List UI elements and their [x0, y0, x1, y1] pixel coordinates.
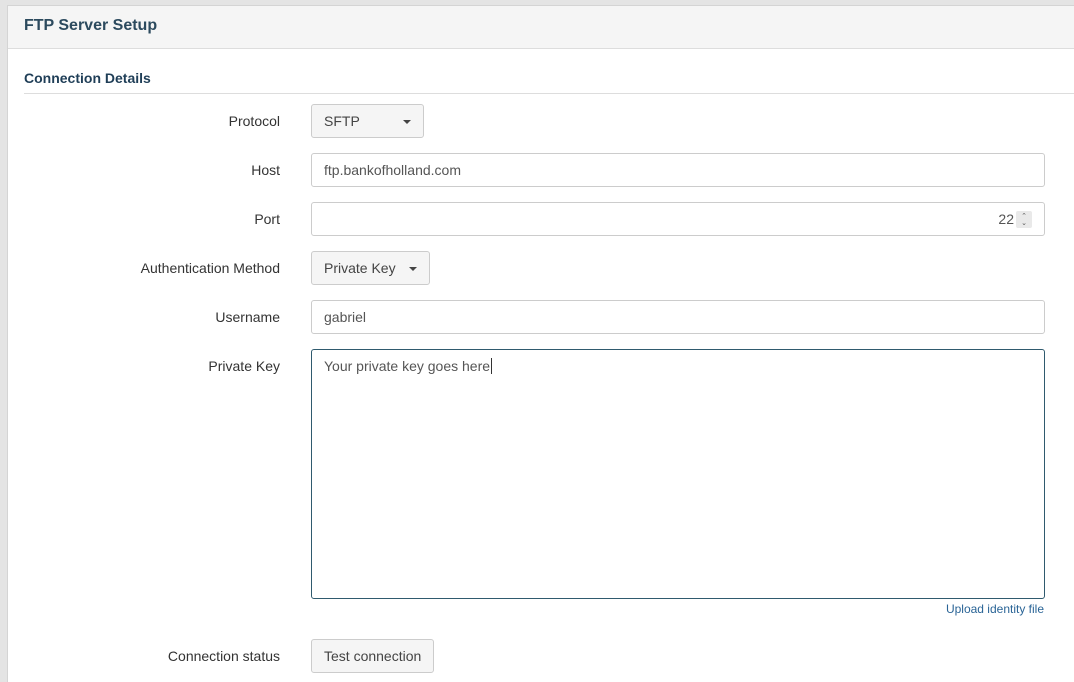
- host-input[interactable]: ftp.bankofholland.com: [311, 153, 1045, 187]
- section-divider: [24, 93, 1074, 94]
- private-key-textarea[interactable]: Your private key goes here: [311, 349, 1045, 599]
- port-value: 22: [998, 211, 1014, 227]
- private-key-value: Your private key goes here: [324, 358, 491, 374]
- caret-down-icon: [403, 120, 411, 124]
- text-cursor: [491, 358, 493, 374]
- connection-status-label: Connection status: [167, 648, 280, 664]
- page-title: FTP Server Setup: [24, 17, 158, 34]
- protocol-value: SFTP: [324, 113, 360, 129]
- auth-method-value: Private Key: [324, 260, 396, 276]
- username-input[interactable]: gabriel: [311, 300, 1045, 334]
- auth-method-dropdown[interactable]: Private Key: [311, 251, 430, 285]
- host-label: Host: [251, 162, 280, 178]
- section-title: Connection Details: [24, 70, 151, 86]
- protocol-dropdown[interactable]: SFTP: [311, 104, 424, 138]
- auth-method-label: Authentication Method: [140, 260, 280, 276]
- port-input[interactable]: 22 ⌃ ⌄: [311, 202, 1045, 236]
- port-label: Port: [254, 211, 280, 227]
- protocol-label: Protocol: [228, 113, 280, 129]
- host-value: ftp.bankofholland.com: [324, 162, 461, 178]
- panel-header: FTP Server Setup: [8, 6, 1074, 49]
- private-key-label: Private Key: [208, 358, 280, 374]
- username-label: Username: [215, 309, 280, 325]
- chevron-up-icon[interactable]: ⌃: [1021, 213, 1027, 220]
- test-connection-button[interactable]: Test connection: [311, 639, 435, 673]
- caret-down-icon: [409, 267, 417, 271]
- ftp-setup-panel: FTP Server Setup Connection Details Prot…: [7, 5, 1074, 682]
- spinner-updown-icon[interactable]: ⌃ ⌄: [1016, 211, 1032, 228]
- upload-identity-link[interactable]: Upload identity file: [946, 602, 1044, 616]
- chevron-down-icon[interactable]: ⌄: [1021, 220, 1027, 227]
- username-value: gabriel: [324, 309, 367, 325]
